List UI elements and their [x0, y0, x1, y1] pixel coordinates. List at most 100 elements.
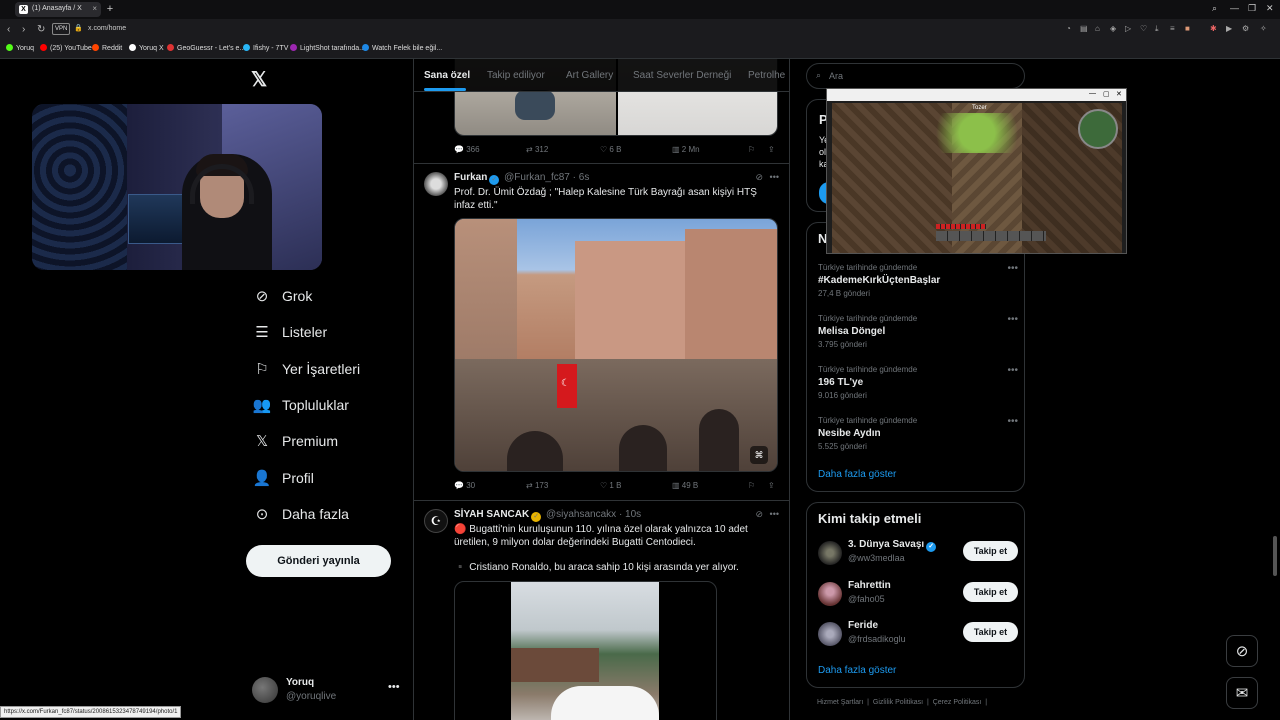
follow-button[interactable]: Takip et [963, 582, 1018, 602]
account-switcher[interactable]: Yoruq @yoruqlive ••• [252, 671, 402, 711]
show-more-link[interactable]: Daha fazla göster [818, 665, 896, 676]
minecraft-view[interactable]: Tozer [832, 103, 1122, 253]
grok-fab-button[interactable]: ⊘ [1226, 635, 1258, 667]
avatar[interactable] [424, 172, 448, 196]
like-button[interactable]: ♡ 1 B [600, 481, 621, 490]
settings-icon[interactable]: ⚙ [1242, 24, 1249, 33]
menu-icon[interactable]: ≡ [1170, 24, 1175, 33]
author-name[interactable]: Furkan [454, 172, 487, 183]
tweet[interactable]: ☪ SİYAH SANCAK ✓ @siyahsancakx · 10s ⊘ ••… [414, 501, 789, 720]
follow-suggestion[interactable]: Feride @frdsadikoglu Takip et [818, 618, 1018, 650]
avatar[interactable] [818, 582, 842, 606]
back-icon[interactable]: ‹ [7, 24, 10, 35]
nav-communities[interactable]: 👥 Topluluklar [252, 391, 349, 419]
grok-analyze-icon[interactable]: ⌘ [750, 446, 768, 464]
maximize-icon[interactable]: ❐ [1248, 3, 1256, 14]
author-handle[interactable]: @siyahsancakx [546, 509, 616, 520]
minimize-icon[interactable]: — [1230, 3, 1239, 13]
views-button[interactable]: ▥ 49 B [672, 481, 698, 490]
bookmark-item[interactable]: (25) YouTube [40, 44, 92, 52]
repost-button[interactable]: ⇄ 173 [526, 481, 548, 490]
more-dots-icon[interactable]: ••• [770, 509, 779, 519]
show-more-link[interactable]: Daha fazla göster [818, 469, 896, 480]
bookmark-item[interactable]: Ifishy - 7TV [243, 44, 288, 52]
tab-saat-severler[interactable]: Saat Severler Derneği [633, 70, 731, 81]
follow-button[interactable]: Takip et [963, 541, 1018, 561]
like-button[interactable]: ♡ 6 B [600, 145, 621, 154]
close-icon[interactable]: ✕ [1116, 90, 1122, 98]
footer-link[interactable]: Hizmet Şartları [817, 699, 863, 706]
nav-premium[interactable]: 𝕏 Premium [252, 427, 338, 455]
heart-icon[interactable]: ♡ [1140, 24, 1147, 33]
trend-item[interactable]: Türkiye tarihinde gündemde Melisa Döngel… [818, 314, 1018, 360]
download-icon[interactable]: ⤓ [1155, 24, 1159, 34]
search-input[interactable]: ⌕ Ara [806, 63, 1025, 89]
reload-icon[interactable]: ↻ [37, 24, 45, 35]
extension-icon[interactable]: ◔ [1066, 24, 1071, 33]
tweet-time[interactable]: · 10s [619, 509, 641, 520]
nav-grok[interactable]: ⊘ Grok [252, 282, 313, 310]
bookmark-item[interactable]: LightShot tarafında... [290, 44, 365, 52]
extension-icon[interactable]: ⌂ [1095, 24, 1100, 33]
share-icon[interactable]: ⇪ [768, 145, 775, 154]
bookmark-item[interactable]: Reddit [92, 44, 122, 52]
footer-link[interactable]: Gizlilik Politikası [873, 699, 923, 706]
post-button[interactable]: Gönderi yayınla [246, 545, 391, 577]
address-bar[interactable]: VPN 🔒 x.com/home [52, 23, 1052, 37]
more-dots-icon[interactable]: ••• [1007, 263, 1018, 274]
follow-suggestion[interactable]: 3. Dünya Savaşı ✓ @ww3medlaa Takip et [818, 537, 1018, 569]
avatar[interactable] [818, 622, 842, 646]
nav-more[interactable]: ⊙ Daha fazla [252, 500, 349, 528]
nav-lists[interactable]: ☰ Listeler [252, 318, 327, 346]
tab-petrolhe[interactable]: Petrolhe [748, 70, 785, 81]
tab-following[interactable]: Takip ediliyor [487, 70, 545, 81]
trend-item[interactable]: Türkiye tarihinde gündemde 196 TL'ye 9.0… [818, 365, 1018, 411]
close-window-icon[interactable]: ✕ [1266, 3, 1274, 14]
ai-icon[interactable]: ✧ [1260, 24, 1267, 33]
extension-icon[interactable]: ▤ [1080, 24, 1088, 33]
maximize-icon[interactable]: ▢ [1103, 90, 1110, 98]
follow-suggestion[interactable]: Fahrettin @faho05 Takip et [818, 578, 1018, 610]
profile-avatar-icon[interactable]: ■ [1185, 24, 1190, 33]
close-tab-icon[interactable]: × [92, 4, 97, 13]
nav-profile[interactable]: 👤 Profil [252, 464, 314, 492]
messages-fab-button[interactable]: ✉ [1226, 677, 1258, 709]
forward-icon[interactable]: › [22, 24, 25, 35]
avatar[interactable]: ☪ [424, 509, 448, 533]
game-popup-window[interactable]: — ▢ ✕ Tozer [826, 88, 1127, 254]
more-dots-icon[interactable]: ••• [1007, 314, 1018, 325]
play-icon[interactable]: ▷ [1125, 24, 1131, 33]
extension-icon[interactable]: ✱ [1210, 24, 1217, 33]
bookmark-icon[interactable]: ⚐ [748, 481, 755, 490]
bookmark-item[interactable]: Yoruq [6, 44, 34, 52]
bookmark-item[interactable]: Yoruq X [129, 44, 164, 52]
more-dots-icon[interactable]: ••• [770, 172, 779, 182]
more-dots-icon[interactable]: ••• [1007, 365, 1018, 376]
reply-button[interactable]: 💬 366 [454, 145, 480, 154]
tab-for-you[interactable]: Sana özel [424, 70, 470, 81]
follow-button[interactable]: Takip et [963, 622, 1018, 642]
popup-titlebar[interactable]: — ▢ ✕ [827, 89, 1126, 101]
more-dots-icon[interactable]: ••• [1007, 416, 1018, 427]
bookmark-icon[interactable]: ⚐ [748, 145, 755, 154]
author-name[interactable]: SİYAH SANCAK [454, 509, 529, 520]
reply-button[interactable]: 💬 30 [454, 481, 475, 490]
tweet-time[interactable]: · 6s [573, 172, 590, 183]
url-text[interactable]: x.com/home [88, 25, 126, 32]
footer-link[interactable]: Çerez Politikası [933, 699, 982, 706]
play-icon[interactable]: ▶ [1226, 24, 1232, 33]
tweet-image[interactable]: ☾ ⌘ [454, 218, 778, 472]
share-icon[interactable]: ⇪ [768, 481, 775, 490]
page-scrollbar[interactable] [1273, 536, 1277, 576]
browser-tab[interactable]: X (1) Anasayfa / X × [15, 2, 101, 17]
views-button[interactable]: ▥ 2 Mn [672, 145, 700, 154]
avatar[interactable] [818, 541, 842, 565]
author-handle[interactable]: @Furkan_fc87 [504, 172, 570, 183]
bookmark-item[interactable]: GeoGuessr - Let's e... [167, 44, 245, 52]
tab-art-gallery[interactable]: Art Gallery [566, 70, 613, 81]
trend-item[interactable]: Türkiye tarihinde gündemde Nesibe Aydın … [818, 416, 1018, 462]
more-dots-icon[interactable]: ••• [388, 681, 400, 693]
trend-item[interactable]: Türkiye tarihinde gündemde #KademeKırkÜç… [818, 263, 1018, 309]
grok-icon[interactable]: ⊘ [755, 509, 763, 520]
search-tabs-icon[interactable]: ⌕ [1212, 3, 1217, 14]
